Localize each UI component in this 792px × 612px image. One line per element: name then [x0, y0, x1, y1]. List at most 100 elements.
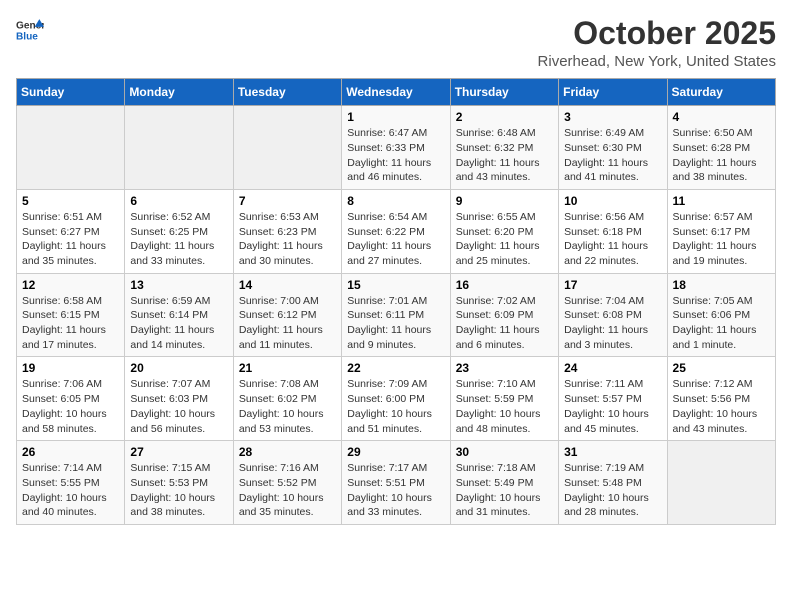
- weekday-header: Wednesday: [342, 79, 450, 106]
- calendar-cell: 20Sunrise: 7:07 AM Sunset: 6:03 PM Dayli…: [125, 357, 233, 441]
- day-info: Sunrise: 7:05 AM Sunset: 6:06 PM Dayligh…: [673, 294, 770, 353]
- calendar-cell: [125, 106, 233, 190]
- calendar-cell: 31 Sunrise: 7:19 AM Sunset: 5:48 PM Dayli…: [559, 441, 667, 525]
- day-number: 30: [456, 445, 553, 459]
- day-info: Sunrise: 6:58 AM Sunset: 6:15 PM Dayligh…: [22, 294, 119, 353]
- weekday-header: Thursday: [450, 79, 558, 106]
- calendar-cell: 2Sunrise: 6:48 AM Sunset: 6:32 PM Daylig…: [450, 106, 558, 190]
- day-info: Sunrise: 6:57 AM Sunset: 6:17 PM Dayligh…: [673, 210, 770, 269]
- header-row: SundayMondayTuesdayWednesdayThursdayFrid…: [17, 79, 776, 106]
- logo-icon: General Blue: [16, 16, 44, 44]
- day-number: 22: [347, 361, 444, 375]
- calendar-week-row: 26 Sunrise: 7:14 AM Sunset: 5:55 PM Dayli…: [17, 441, 776, 525]
- day-info: Sunrise: 6:51 AM Sunset: 6:27 PM Dayligh…: [22, 210, 119, 269]
- calendar-cell: 8Sunrise: 6:54 AM Sunset: 6:22 PM Daylig…: [342, 189, 450, 273]
- day-info: Sunrise: 7:12 AM Sunset: 5:56 PM Dayligh…: [673, 377, 770, 436]
- day-info: Sunrise: 7:16 AM Sunset: 5:52 PM Dayligh…: [239, 461, 336, 520]
- calendar-cell: 25 Sunrise: 7:12 AM Sunset: 5:56 PM Dayli…: [667, 357, 775, 441]
- calendar-table: SundayMondayTuesdayWednesdayThursdayFrid…: [16, 78, 776, 525]
- calendar-week-row: 1 Sunrise: 6:47 AM Sunset: 6:33 PM Daylig…: [17, 106, 776, 190]
- day-number: 10: [564, 194, 661, 208]
- day-number: 24: [564, 361, 661, 375]
- weekday-header: Monday: [125, 79, 233, 106]
- weekday-header: Friday: [559, 79, 667, 106]
- day-info: Sunrise: 7:18 AM Sunset: 5:49 PM Dayligh…: [456, 461, 553, 520]
- day-info: Sunrise: 7:10 AM Sunset: 5:59 PM Dayligh…: [456, 377, 553, 436]
- calendar-week-row: 19 Sunrise: 7:06 AM Sunset: 6:05 PM Dayli…: [17, 357, 776, 441]
- day-info: Sunrise: 6:53 AM Sunset: 6:23 PM Dayligh…: [239, 210, 336, 269]
- day-info: Sunrise: 6:52 AM Sunset: 6:25 PM Dayligh…: [130, 210, 227, 269]
- calendar-cell: 12 Sunrise: 6:58 AM Sunset: 6:15 PM Dayli…: [17, 273, 125, 357]
- calendar-cell: 11 Sunrise: 6:57 AM Sunset: 6:17 PM Dayli…: [667, 189, 775, 273]
- calendar-cell: 3 Sunrise: 6:49 AM Sunset: 6:30 PM Daylig…: [559, 106, 667, 190]
- calendar-cell: 10Sunrise: 6:56 AM Sunset: 6:18 PM Dayli…: [559, 189, 667, 273]
- day-number: 21: [239, 361, 336, 375]
- day-number: 4: [673, 110, 770, 124]
- day-number: 18: [673, 278, 770, 292]
- calendar-cell: 24 Sunrise: 7:11 AM Sunset: 5:57 PM Dayli…: [559, 357, 667, 441]
- day-info: Sunrise: 6:59 AM Sunset: 6:14 PM Dayligh…: [130, 294, 227, 353]
- day-number: 25: [673, 361, 770, 375]
- day-info: Sunrise: 6:54 AM Sunset: 6:22 PM Dayligh…: [347, 210, 444, 269]
- day-info: Sunrise: 6:49 AM Sunset: 6:30 PM Dayligh…: [564, 126, 661, 185]
- calendar-cell: 27Sunrise: 7:15 AM Sunset: 5:53 PM Dayli…: [125, 441, 233, 525]
- day-info: Sunrise: 6:55 AM Sunset: 6:20 PM Dayligh…: [456, 210, 553, 269]
- calendar-cell: 23 Sunrise: 7:10 AM Sunset: 5:59 PM Dayli…: [450, 357, 558, 441]
- calendar-cell: 18 Sunrise: 7:05 AM Sunset: 6:06 PM Dayli…: [667, 273, 775, 357]
- calendar-cell: 1 Sunrise: 6:47 AM Sunset: 6:33 PM Daylig…: [342, 106, 450, 190]
- day-info: Sunrise: 6:50 AM Sunset: 6:28 PM Dayligh…: [673, 126, 770, 185]
- day-number: 23: [456, 361, 553, 375]
- day-number: 14: [239, 278, 336, 292]
- day-number: 27: [130, 445, 227, 459]
- calendar-cell: 28 Sunrise: 7:16 AM Sunset: 5:52 PM Dayli…: [233, 441, 341, 525]
- day-number: 28: [239, 445, 336, 459]
- day-number: 13: [130, 278, 227, 292]
- day-number: 3: [564, 110, 661, 124]
- day-info: Sunrise: 7:14 AM Sunset: 5:55 PM Dayligh…: [22, 461, 119, 520]
- day-number: 12: [22, 278, 119, 292]
- day-number: 7: [239, 194, 336, 208]
- day-info: Sunrise: 7:19 AM Sunset: 5:48 PM Dayligh…: [564, 461, 661, 520]
- calendar-cell: [667, 441, 775, 525]
- day-number: 15: [347, 278, 444, 292]
- day-number: 1: [347, 110, 444, 124]
- day-number: 5: [22, 194, 119, 208]
- day-number: 29: [347, 445, 444, 459]
- calendar-cell: [17, 106, 125, 190]
- day-number: 17: [564, 278, 661, 292]
- calendar-week-row: 12 Sunrise: 6:58 AM Sunset: 6:15 PM Dayli…: [17, 273, 776, 357]
- day-number: 16: [456, 278, 553, 292]
- calendar-cell: 16 Sunrise: 7:02 AM Sunset: 6:09 PM Dayli…: [450, 273, 558, 357]
- calendar-cell: 21 Sunrise: 7:08 AM Sunset: 6:02 PM Dayli…: [233, 357, 341, 441]
- day-number: 11: [673, 194, 770, 208]
- day-info: Sunrise: 7:00 AM Sunset: 6:12 PM Dayligh…: [239, 294, 336, 353]
- page-header: General Blue October 2025 Riverhead, New…: [16, 16, 776, 70]
- day-info: Sunrise: 7:08 AM Sunset: 6:02 PM Dayligh…: [239, 377, 336, 436]
- weekday-header: Tuesday: [233, 79, 341, 106]
- calendar-cell: 15Sunrise: 7:01 AM Sunset: 6:11 PM Dayli…: [342, 273, 450, 357]
- calendar-cell: 19 Sunrise: 7:06 AM Sunset: 6:05 PM Dayli…: [17, 357, 125, 441]
- day-number: 19: [22, 361, 119, 375]
- calendar-cell: 4 Sunrise: 6:50 AM Sunset: 6:28 PM Daylig…: [667, 106, 775, 190]
- month-title: October 2025: [538, 16, 776, 51]
- calendar-cell: 9Sunrise: 6:55 AM Sunset: 6:20 PM Daylig…: [450, 189, 558, 273]
- day-info: Sunrise: 6:47 AM Sunset: 6:33 PM Dayligh…: [347, 126, 444, 185]
- day-info: Sunrise: 7:07 AM Sunset: 6:03 PM Dayligh…: [130, 377, 227, 436]
- day-number: 31: [564, 445, 661, 459]
- day-number: 2: [456, 110, 553, 124]
- calendar-cell: 7 Sunrise: 6:53 AM Sunset: 6:23 PM Daylig…: [233, 189, 341, 273]
- day-info: Sunrise: 7:11 AM Sunset: 5:57 PM Dayligh…: [564, 377, 661, 436]
- calendar-cell: 22 Sunrise: 7:09 AM Sunset: 6:00 PM Dayli…: [342, 357, 450, 441]
- calendar-cell: 30 Sunrise: 7:18 AM Sunset: 5:49 PM Dayli…: [450, 441, 558, 525]
- day-info: Sunrise: 7:04 AM Sunset: 6:08 PM Dayligh…: [564, 294, 661, 353]
- calendar-cell: 5 Sunrise: 6:51 AM Sunset: 6:27 PM Daylig…: [17, 189, 125, 273]
- calendar-cell: 6 Sunrise: 6:52 AM Sunset: 6:25 PM Daylig…: [125, 189, 233, 273]
- day-info: Sunrise: 7:09 AM Sunset: 6:00 PM Dayligh…: [347, 377, 444, 436]
- logo: General Blue: [16, 16, 44, 44]
- day-info: Sunrise: 7:06 AM Sunset: 6:05 PM Dayligh…: [22, 377, 119, 436]
- calendar-cell: 26 Sunrise: 7:14 AM Sunset: 5:55 PM Dayli…: [17, 441, 125, 525]
- calendar-cell: 14 Sunrise: 7:00 AM Sunset: 6:12 PM Dayli…: [233, 273, 341, 357]
- day-number: 26: [22, 445, 119, 459]
- day-info: Sunrise: 7:02 AM Sunset: 6:09 PM Dayligh…: [456, 294, 553, 353]
- day-number: 6: [130, 194, 227, 208]
